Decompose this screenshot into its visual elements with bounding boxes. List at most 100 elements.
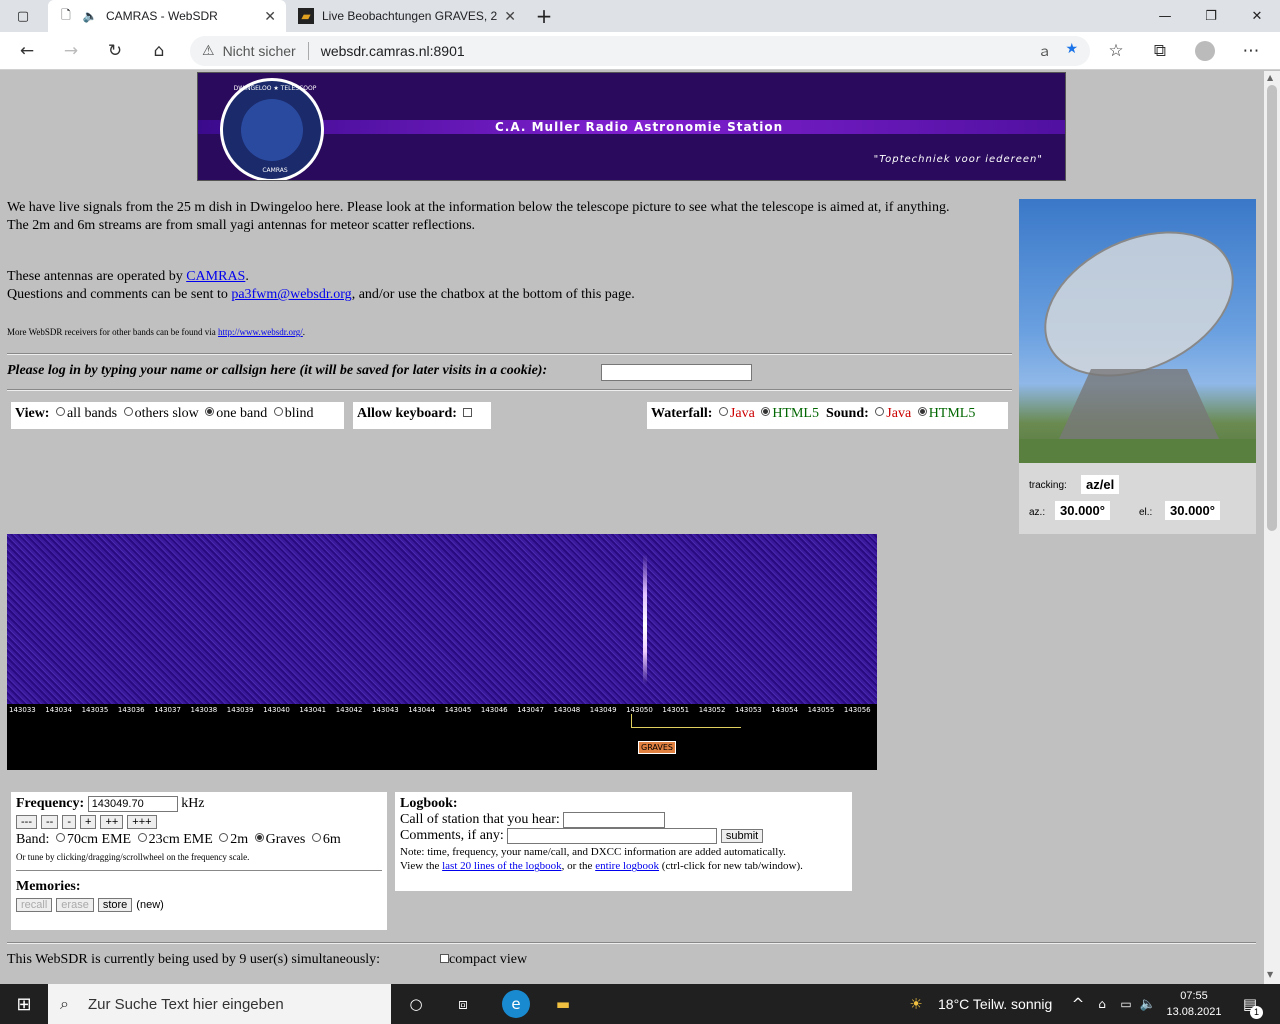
tune-down-medium-button[interactable]: -- [41,815,59,830]
frequency-tick[interactable]: 143041 [299,706,326,714]
reload-icon[interactable]: ↻ [100,36,130,66]
show-hidden-icons-icon[interactable]: ^ [1066,992,1090,1016]
warning-icon[interactable]: ⚠ [202,43,215,59]
frequency-tick[interactable]: 143055 [808,706,835,714]
frequency-scale[interactable]: 143033 143034 143035 143036 143037 143038 1430… [7,704,877,770]
frequency-tick[interactable]: 143034 [45,706,72,714]
task-view-icon[interactable]: ⧈ [451,992,475,1016]
url-field[interactable]: ⚠ Nicht sicher websdr.camras.nl:8901 ａ ★ [190,36,1090,66]
view-one-band-radio[interactable] [205,407,215,416]
tab-graves[interactable]: ▰ Live Beobachtungen GRAVES, 2.7 ✕ [288,0,526,32]
frequency-tick[interactable]: 143046 [481,706,508,714]
passband-marker[interactable] [631,714,741,728]
band-graves-radio[interactable] [254,833,264,843]
frequency-tick[interactable]: 143052 [699,706,726,714]
waterfall-noise[interactable] [7,534,877,704]
band-70cm-radio[interactable] [55,833,65,843]
frequency-tick[interactable]: 143039 [227,706,254,714]
recall-button[interactable]: recall [16,898,53,913]
frequency-tick[interactable]: 143047 [517,706,544,714]
erase-button[interactable]: erase [56,898,94,913]
close-window-icon[interactable]: ✕ [1234,0,1280,32]
tab-actions-icon[interactable]: ▢ [0,0,46,32]
compact-view-checkbox[interactable] [440,954,449,963]
favorite-star-icon[interactable]: ★ [1065,41,1078,61]
frequency-tick[interactable]: 143043 [372,706,399,714]
frequency-tick[interactable]: 143044 [408,706,435,714]
entire-logbook-link[interactable]: entire logbook [595,860,659,872]
menu-icon[interactable]: ⋯ [1236,36,1266,66]
waterfall-display[interactable]: 143033 143034 143035 143036 143037 143038 1430… [7,534,877,770]
home-icon[interactable]: ⌂ [144,36,174,66]
scroll-thumb[interactable] [1267,85,1277,531]
allow-keyboard-checkbox[interactable] [462,408,472,417]
edge-browser-icon[interactable]: e [502,990,530,1018]
favorites-icon[interactable]: ☆ [1101,36,1131,66]
sound-html5-radio[interactable] [917,407,927,416]
frequency-tick[interactable]: 143033 [9,706,36,714]
network-icon[interactable]: ⌂ [1090,992,1114,1016]
band-23cm-radio[interactable] [137,833,147,843]
profile-avatar-icon[interactable] [1190,36,1220,66]
email-link[interactable]: pa3fwm@websdr.org [231,287,351,302]
frequency-tick[interactable]: 143054 [771,706,798,714]
frequency-tick[interactable]: 143048 [554,706,581,714]
websdr-link[interactable]: http://www.websdr.org/ [218,327,303,337]
scrollbar[interactable]: ▲ ▼ [1264,71,1280,984]
tune-up-large-button[interactable]: +++ [127,815,157,830]
comments-input[interactable] [507,828,718,845]
back-icon[interactable]: ← [12,36,42,66]
band-6m-radio[interactable] [311,833,321,843]
tune-down-small-button[interactable]: - [62,815,76,830]
tune-up-small-button[interactable]: + [80,815,97,830]
forward-icon[interactable]: → [56,36,86,66]
graves-marker[interactable]: GRAVES [638,741,676,754]
sound-java-radio[interactable] [875,407,885,416]
camras-link[interactable]: CAMRAS [186,269,245,284]
frequency-tick[interactable]: 143056 [844,706,871,714]
weather-text[interactable]: 18°C Teilw. sonnig [938,996,1052,1012]
waterfall-java-radio[interactable] [718,407,728,416]
scroll-down-icon[interactable]: ▼ [1267,970,1273,979]
cortana-icon[interactable]: ○ [404,992,428,1016]
volume-icon[interactable]: 🔈 [1136,992,1160,1016]
frequency-tick[interactable]: 143037 [154,706,181,714]
waterfall-html5-radio[interactable] [761,407,771,416]
frequency-tick[interactable]: 143051 [662,706,689,714]
speaker-icon[interactable]: 🔈 [82,8,98,24]
submit-button[interactable]: submit [720,829,764,844]
restore-icon[interactable]: ❐ [1188,0,1234,32]
security-label[interactable]: Nicht sicher [223,43,296,59]
tune-up-medium-button[interactable]: ++ [100,815,124,830]
frequency-tick[interactable]: 143042 [336,706,363,714]
frequency-input[interactable]: 143049.70 [87,796,178,812]
callsign-input[interactable] [601,364,752,381]
frequency-tick[interactable]: 143050 [626,706,653,714]
view-blind-radio[interactable] [273,407,283,416]
last20-link[interactable]: last 20 lines of the logbook [442,860,561,872]
store-button[interactable]: store [97,898,133,913]
frequency-tick[interactable]: 143040 [263,706,290,714]
close-tab-icon[interactable]: ✕ [504,8,516,25]
frequency-tick[interactable]: 143035 [82,706,109,714]
tune-down-large-button[interactable]: --- [16,815,37,830]
scroll-up-icon[interactable]: ▲ [1267,73,1273,82]
frequency-tick[interactable]: 143045 [445,706,472,714]
frequency-tick[interactable]: 143053 [735,706,762,714]
windows-start-icon[interactable]: ⊞ [12,992,36,1016]
display-icon[interactable]: ▭ [1114,992,1138,1016]
read-aloud-icon[interactable]: ａ [1037,41,1051,61]
weather-icon[interactable]: ☀ [904,992,928,1016]
frequency-tick[interactable]: 143049 [590,706,617,714]
url-text[interactable]: websdr.camras.nl:8901 [321,43,465,59]
taskbar-search[interactable]: ⌕ Zur Suche Text hier eingeben [48,984,391,1024]
file-explorer-icon[interactable]: ▬ [551,992,575,1016]
new-tab-icon[interactable]: + [521,0,567,32]
call-input[interactable] [563,812,666,828]
view-all-bands-radio[interactable] [55,407,65,416]
collections-icon[interactable]: ⧉ [1145,36,1175,66]
view-others-slow-radio[interactable] [123,407,133,416]
frequency-tick[interactable]: 143036 [118,706,145,714]
compact-view-toggle[interactable]: compact view [440,951,527,969]
close-tab-icon[interactable]: ✕ [264,8,276,25]
